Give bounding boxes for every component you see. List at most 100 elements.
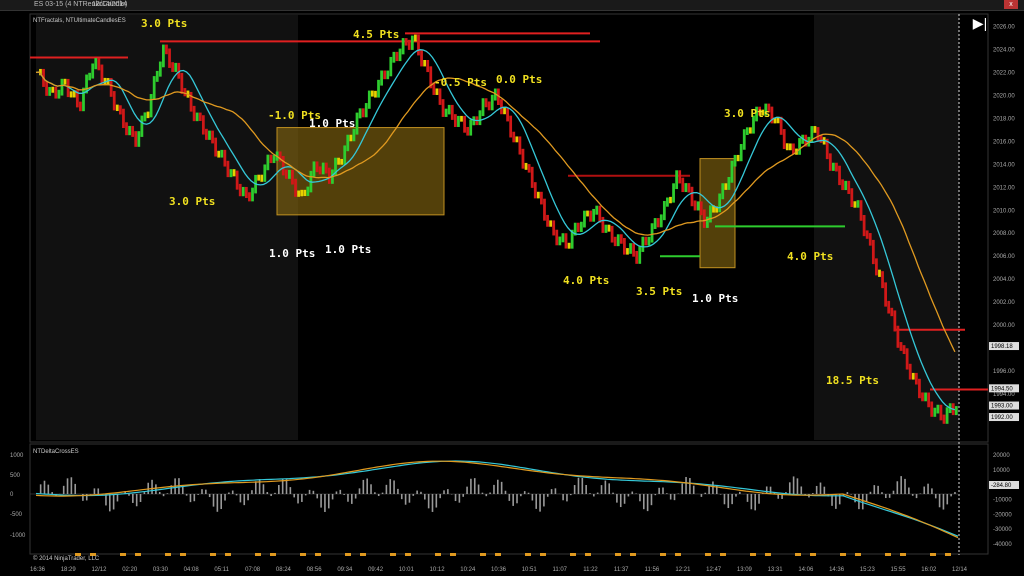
- candle: [214, 137, 218, 157]
- candle: [205, 128, 208, 140]
- x-tick-label: 18:29: [61, 567, 77, 573]
- candle: [248, 192, 251, 202]
- candle: [579, 221, 583, 232]
- x-tick-label: 12/14: [952, 567, 968, 573]
- osc-histogram-bar: [400, 494, 403, 500]
- candle: [100, 64, 104, 84]
- osc-histogram-bar: [600, 485, 603, 494]
- osc-histogram-bar: [70, 477, 73, 494]
- osc-histogram-bar: [439, 494, 441, 499]
- osc-histogram-bar: [443, 490, 445, 494]
- candle: [404, 38, 408, 46]
- candle: [881, 271, 884, 289]
- candle: [266, 154, 270, 171]
- osc-histogram-bar: [404, 494, 407, 505]
- candle: [564, 233, 568, 249]
- osc-histogram-bar: [815, 485, 818, 494]
- candle: [137, 131, 141, 147]
- candle: [954, 406, 958, 416]
- osc-histogram-bar: [654, 494, 657, 496]
- osc-histogram-bar: [877, 485, 879, 494]
- candle: [374, 90, 377, 98]
- osc-histogram-bar: [189, 494, 192, 503]
- session-marker: [795, 553, 801, 556]
- candle: [567, 242, 571, 249]
- candle: [887, 300, 891, 314]
- candle: [392, 51, 396, 63]
- candle: [208, 130, 211, 140]
- osc-histogram-bar: [112, 494, 115, 510]
- osc-right-tick: -40000: [993, 542, 1012, 548]
- osc-histogram-bar: [97, 488, 100, 494]
- candle: [583, 210, 586, 228]
- candle: [457, 115, 460, 127]
- osc-histogram-bar: [689, 478, 691, 494]
- candle: [527, 164, 531, 173]
- points-annotation: 1.0 Pts: [692, 292, 738, 305]
- candle: [115, 104, 119, 112]
- candle: [361, 108, 365, 118]
- osc-histogram-bar: [927, 483, 929, 494]
- candle: [705, 216, 709, 228]
- osc-histogram-bar: [216, 494, 219, 512]
- candle: [724, 183, 728, 190]
- candle: [453, 114, 457, 127]
- candle: [263, 164, 267, 182]
- osc-histogram-bar: [320, 494, 322, 508]
- candle: [88, 72, 92, 81]
- candle: [831, 162, 835, 171]
- candle: [902, 345, 906, 355]
- candle: [610, 225, 614, 243]
- candle: [533, 182, 537, 199]
- candle: [146, 111, 150, 119]
- osc-histogram-bar: [823, 486, 826, 494]
- candle: [742, 129, 746, 150]
- x-tick-label: 10:24: [460, 567, 476, 573]
- candle: [57, 89, 61, 99]
- osc-histogram-bar: [623, 494, 626, 504]
- x-tick-label: 03:30: [153, 567, 169, 573]
- candle: [853, 201, 857, 208]
- session-marker: [435, 553, 441, 556]
- candle: [536, 191, 540, 199]
- osc-left-tick: 0: [10, 492, 14, 498]
- osc-histogram-bar: [543, 494, 545, 507]
- osc-histogram-bar: [470, 478, 472, 494]
- candle: [908, 363, 912, 380]
- osc-histogram-bar: [335, 491, 338, 494]
- osc-histogram-bar: [135, 494, 138, 507]
- candle: [395, 51, 399, 62]
- candle: [816, 127, 820, 141]
- candle: [890, 307, 894, 317]
- osc-histogram-bar: [493, 484, 495, 494]
- osc-histogram-bar: [512, 494, 514, 506]
- points-annotation: 4.5 Pts: [353, 28, 399, 41]
- session-marker: [585, 553, 591, 556]
- candle: [63, 78, 67, 85]
- candle: [441, 99, 445, 117]
- candle: [616, 234, 620, 247]
- candle: [48, 87, 52, 96]
- candle: [878, 269, 881, 277]
- candle: [819, 134, 823, 143]
- osc-histogram-bar: [39, 484, 42, 494]
- candle: [650, 223, 654, 243]
- osc-histogram-bar: [354, 494, 357, 499]
- candle: [337, 157, 340, 165]
- osc-histogram-bar: [485, 494, 488, 497]
- osc-histogram-bar: [201, 489, 203, 494]
- candle: [727, 176, 731, 190]
- session-marker: [480, 553, 486, 556]
- candle: [478, 110, 482, 126]
- osc-histogram-bar: [374, 492, 376, 494]
- candle: [871, 239, 875, 265]
- candle: [327, 167, 331, 184]
- session-marker: [705, 553, 711, 556]
- osc-histogram-bar: [708, 485, 710, 494]
- osc-histogram-bar: [293, 494, 295, 498]
- osc-histogram-bar: [481, 492, 484, 494]
- osc-histogram-bar: [919, 493, 922, 494]
- osc-histogram-bar: [362, 479, 365, 494]
- osc-histogram-bar: [865, 494, 868, 503]
- osc-histogram-bar: [158, 491, 161, 494]
